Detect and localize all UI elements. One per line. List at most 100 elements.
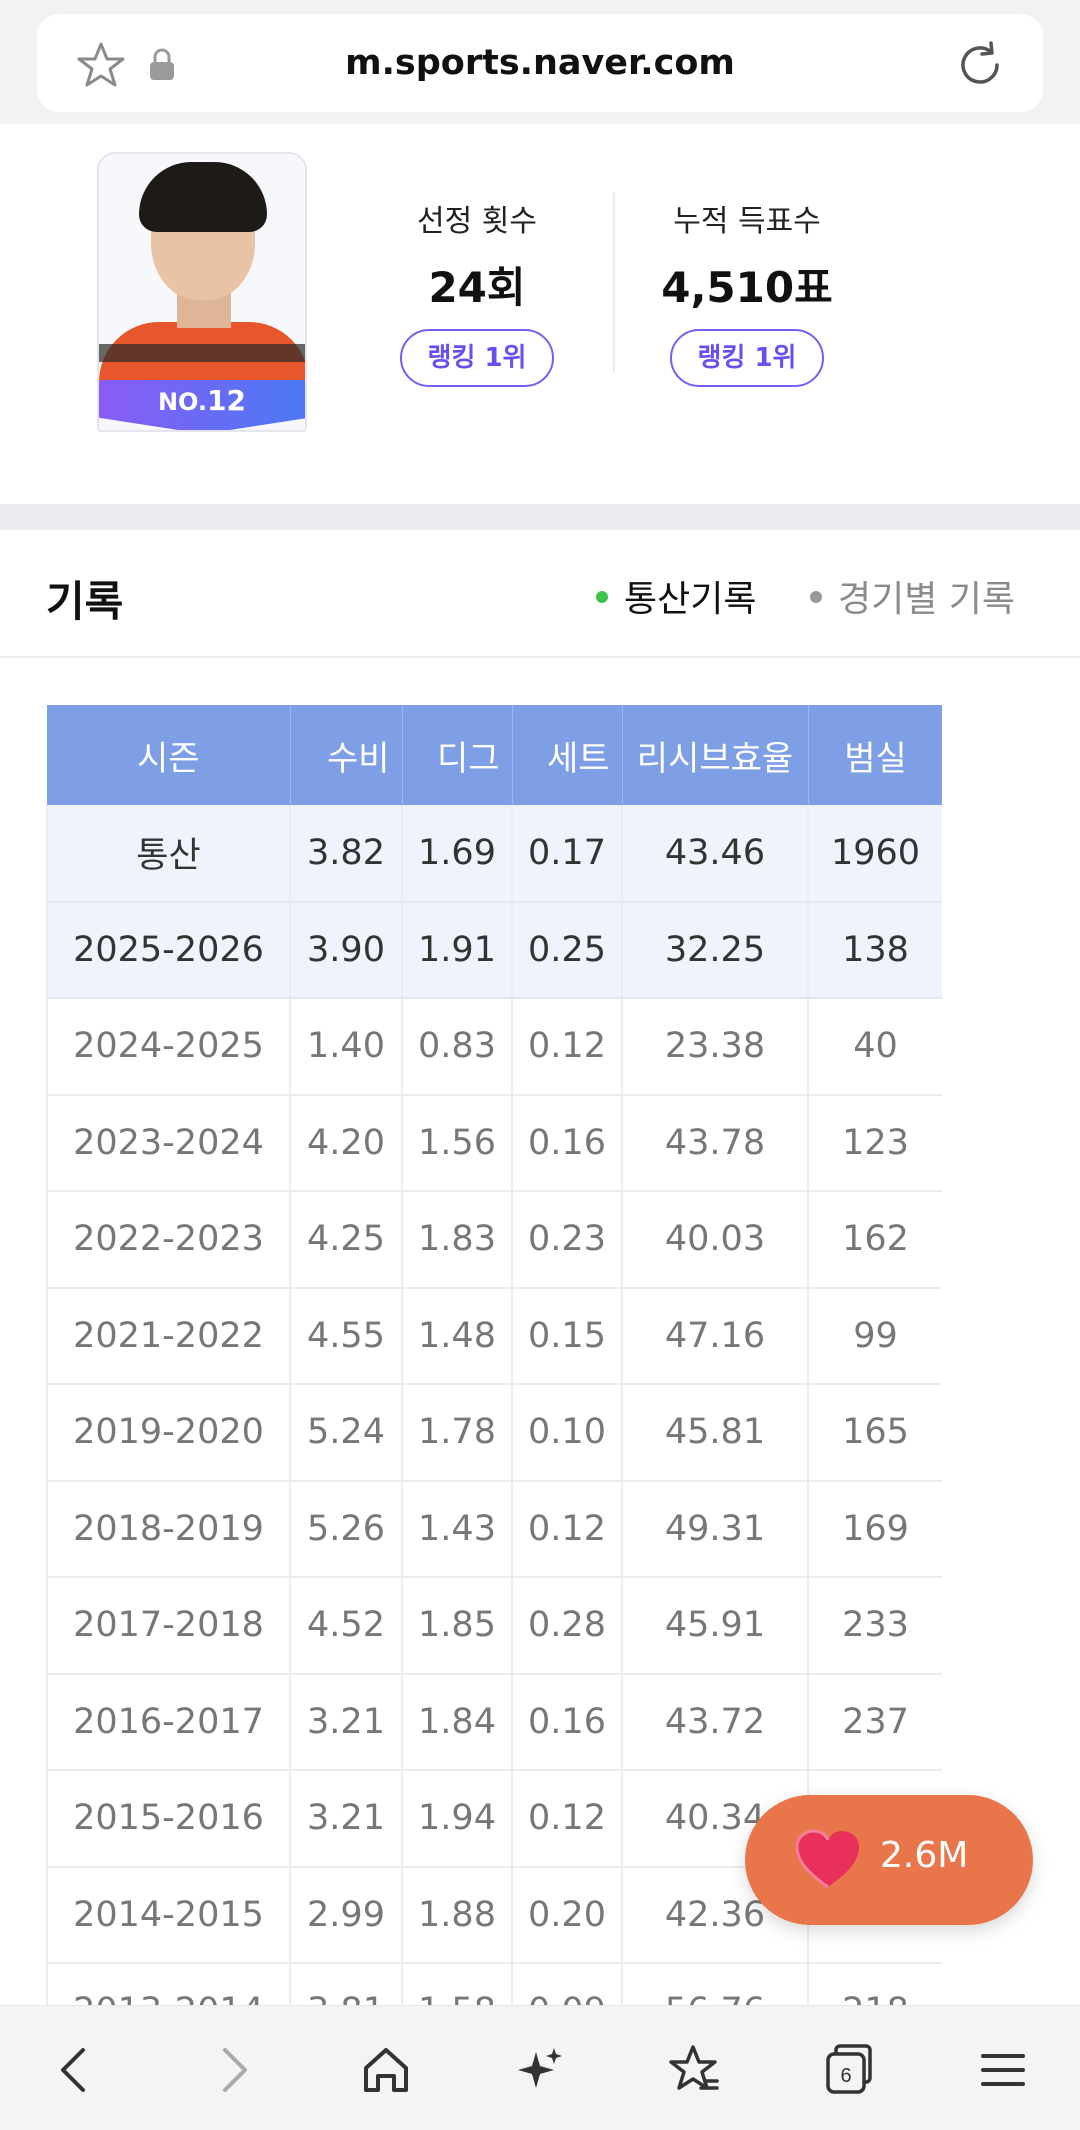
table-cell: 0.17 bbox=[512, 805, 623, 903]
table-cell: 0.12 bbox=[512, 1480, 623, 1578]
total-votes-stat: 누적 득표수 4,510표 랭킹 1위 bbox=[632, 196, 862, 387]
table-cell: 233 bbox=[808, 1577, 942, 1675]
table-cell: 1.84 bbox=[402, 1673, 513, 1771]
column-header: 범실 bbox=[808, 705, 942, 805]
table-cell: 123 bbox=[808, 1094, 942, 1192]
table-cell: 1.56 bbox=[402, 1094, 513, 1192]
table-row: 2018-2019 5.26 1.43 0.12 49.31 169 bbox=[46, 1480, 942, 1578]
table-cell: 3.21 bbox=[290, 1770, 403, 1868]
ai-sparkle-icon[interactable] bbox=[512, 2042, 568, 2098]
table-cell: 4.25 bbox=[290, 1191, 403, 1289]
table-cell: 2015-2016 bbox=[46, 1770, 291, 1868]
table-cell: 138 bbox=[808, 901, 942, 999]
table-row: 2016-2017 3.21 1.84 0.16 43.72 237 bbox=[46, 1673, 942, 1771]
table-row: 2013-20143.811.580.0956.76218 bbox=[46, 1963, 942, 2005]
table-cell: 4.55 bbox=[290, 1287, 403, 1385]
table-cell: 40 bbox=[808, 998, 942, 1096]
table-cell: 2023-2024 bbox=[46, 1094, 291, 1192]
rank-badge[interactable]: 랭킹 1위 bbox=[399, 329, 555, 387]
table-cell: 3.21 bbox=[290, 1673, 403, 1771]
active-dot-icon bbox=[596, 591, 608, 603]
stat-value: 24회 bbox=[428, 263, 526, 312]
table-cell: 0.09 bbox=[512, 1963, 623, 2005]
table-cell: 1.88 bbox=[402, 1866, 513, 1964]
url-text[interactable]: m.sports.naver.com bbox=[37, 14, 1043, 112]
table-row: 2021-2022 4.55 1.48 0.15 47.16 99 bbox=[46, 1287, 942, 1385]
table-cell: 0.83 bbox=[402, 998, 513, 1096]
tab-total-record[interactable]: 통산기록 bbox=[596, 570, 756, 622]
menu-icon[interactable] bbox=[975, 2042, 1031, 2098]
table-cell: 169 bbox=[808, 1480, 942, 1578]
like-button[interactable]: 2.6M bbox=[745, 1795, 1033, 1925]
table-row: 2024-2025 1.40 0.83 0.12 23.38 40 bbox=[46, 998, 942, 1096]
table-cell: 2013-2014 bbox=[46, 1963, 291, 2005]
stat-label: 누적 득표수 bbox=[673, 204, 821, 239]
table-cell: 1.58 bbox=[402, 1963, 513, 2005]
table-cell: 0.10 bbox=[512, 1384, 623, 1482]
table-row: 2025-2026 3.90 1.91 0.25 32.25 138 bbox=[46, 901, 942, 999]
table-cell: 3.82 bbox=[290, 805, 403, 903]
table-cell: 49.31 bbox=[622, 1480, 809, 1578]
table-cell: 2014-2015 bbox=[46, 1866, 291, 1964]
table-cell: 1960 bbox=[808, 805, 942, 903]
forward-icon[interactable] bbox=[205, 2042, 261, 2098]
table-row: 2023-2024 4.20 1.56 0.16 43.78 123 bbox=[46, 1094, 942, 1192]
section-divider bbox=[0, 504, 1080, 530]
player-card[interactable]: NO.12 bbox=[97, 152, 307, 432]
table-cell: 43.72 bbox=[622, 1673, 809, 1771]
table-cell: 0.15 bbox=[512, 1287, 623, 1385]
table-cell: 47.16 bbox=[622, 1287, 809, 1385]
table-cell: 1.94 bbox=[402, 1770, 513, 1868]
table-row: 2017-2018 4.52 1.85 0.28 45.91 233 bbox=[46, 1577, 942, 1675]
table-cell: 1.78 bbox=[402, 1384, 513, 1482]
table-cell: 1.48 bbox=[402, 1287, 513, 1385]
table-cell: 2017-2018 bbox=[46, 1577, 291, 1675]
table-cell: 0.12 bbox=[512, 998, 623, 1096]
section-title: 기록 bbox=[46, 577, 124, 626]
table-cell: 3.81 bbox=[290, 1963, 403, 2005]
table-cell: 56.76 bbox=[622, 1963, 809, 2005]
table-cell: 165 bbox=[808, 1384, 942, 1482]
svg-text:6: 6 bbox=[840, 2065, 851, 2087]
table-cell: 1.91 bbox=[402, 901, 513, 999]
column-header: 수비 bbox=[290, 705, 403, 805]
bookmarks-icon[interactable] bbox=[665, 2042, 721, 2098]
tab-game-record[interactable]: 경기별 기록 bbox=[810, 570, 1015, 622]
reload-icon[interactable] bbox=[953, 38, 1007, 92]
divider bbox=[613, 192, 615, 372]
heart-icon bbox=[795, 1829, 861, 1891]
table-cell: 5.24 bbox=[290, 1384, 403, 1482]
table-cell: 32.25 bbox=[622, 901, 809, 999]
table-cell: 1.85 bbox=[402, 1577, 513, 1675]
table-cell: 2025-2026 bbox=[46, 901, 291, 999]
table-cell: 0.16 bbox=[512, 1673, 623, 1771]
table-cell: 0.25 bbox=[512, 901, 623, 999]
table-cell: 45.81 bbox=[622, 1384, 809, 1482]
table-cell: 0.28 bbox=[512, 1577, 623, 1675]
address-bar[interactable]: m.sports.naver.com bbox=[37, 14, 1043, 112]
table-cell: 43.46 bbox=[622, 805, 809, 903]
table-cell: 4.20 bbox=[290, 1094, 403, 1192]
dot-icon bbox=[810, 591, 822, 603]
table-row: 2022-2023 4.25 1.83 0.23 40.03 162 bbox=[46, 1191, 942, 1289]
home-icon[interactable] bbox=[358, 2042, 414, 2098]
column-header: 리시브효율 bbox=[622, 705, 809, 805]
table-cell: 2018-2019 bbox=[46, 1480, 291, 1578]
column-header: 세트 bbox=[512, 705, 623, 805]
table-cell: 1.69 bbox=[402, 805, 513, 903]
tabs-icon[interactable]: 6 bbox=[820, 2042, 876, 2098]
table-cell: 23.38 bbox=[622, 998, 809, 1096]
player-profile: NO.12 선정 횟수 24회 랭킹 1위 누적 득표수 4,510표 랭킹 1… bbox=[0, 124, 1080, 504]
table-cell: 40.03 bbox=[622, 1191, 809, 1289]
table-cell: 3.90 bbox=[290, 901, 403, 999]
record-header: 기록 통산기록 경기별 기록 bbox=[0, 530, 1080, 658]
table-cell: 2019-2020 bbox=[46, 1384, 291, 1482]
table-cell: 1.43 bbox=[402, 1480, 513, 1578]
browser-bottom-nav: 6 bbox=[0, 2005, 1080, 2130]
rank-badge[interactable]: 랭킹 1위 bbox=[669, 329, 825, 387]
table-header-row: 시즌 수비 디그 세트 리시브효율 범실 bbox=[47, 705, 942, 805]
table-cell: 237 bbox=[808, 1673, 942, 1771]
back-icon[interactable] bbox=[47, 2042, 103, 2098]
table-cell: 5.26 bbox=[290, 1480, 403, 1578]
table-cell: 1.40 bbox=[290, 998, 403, 1096]
